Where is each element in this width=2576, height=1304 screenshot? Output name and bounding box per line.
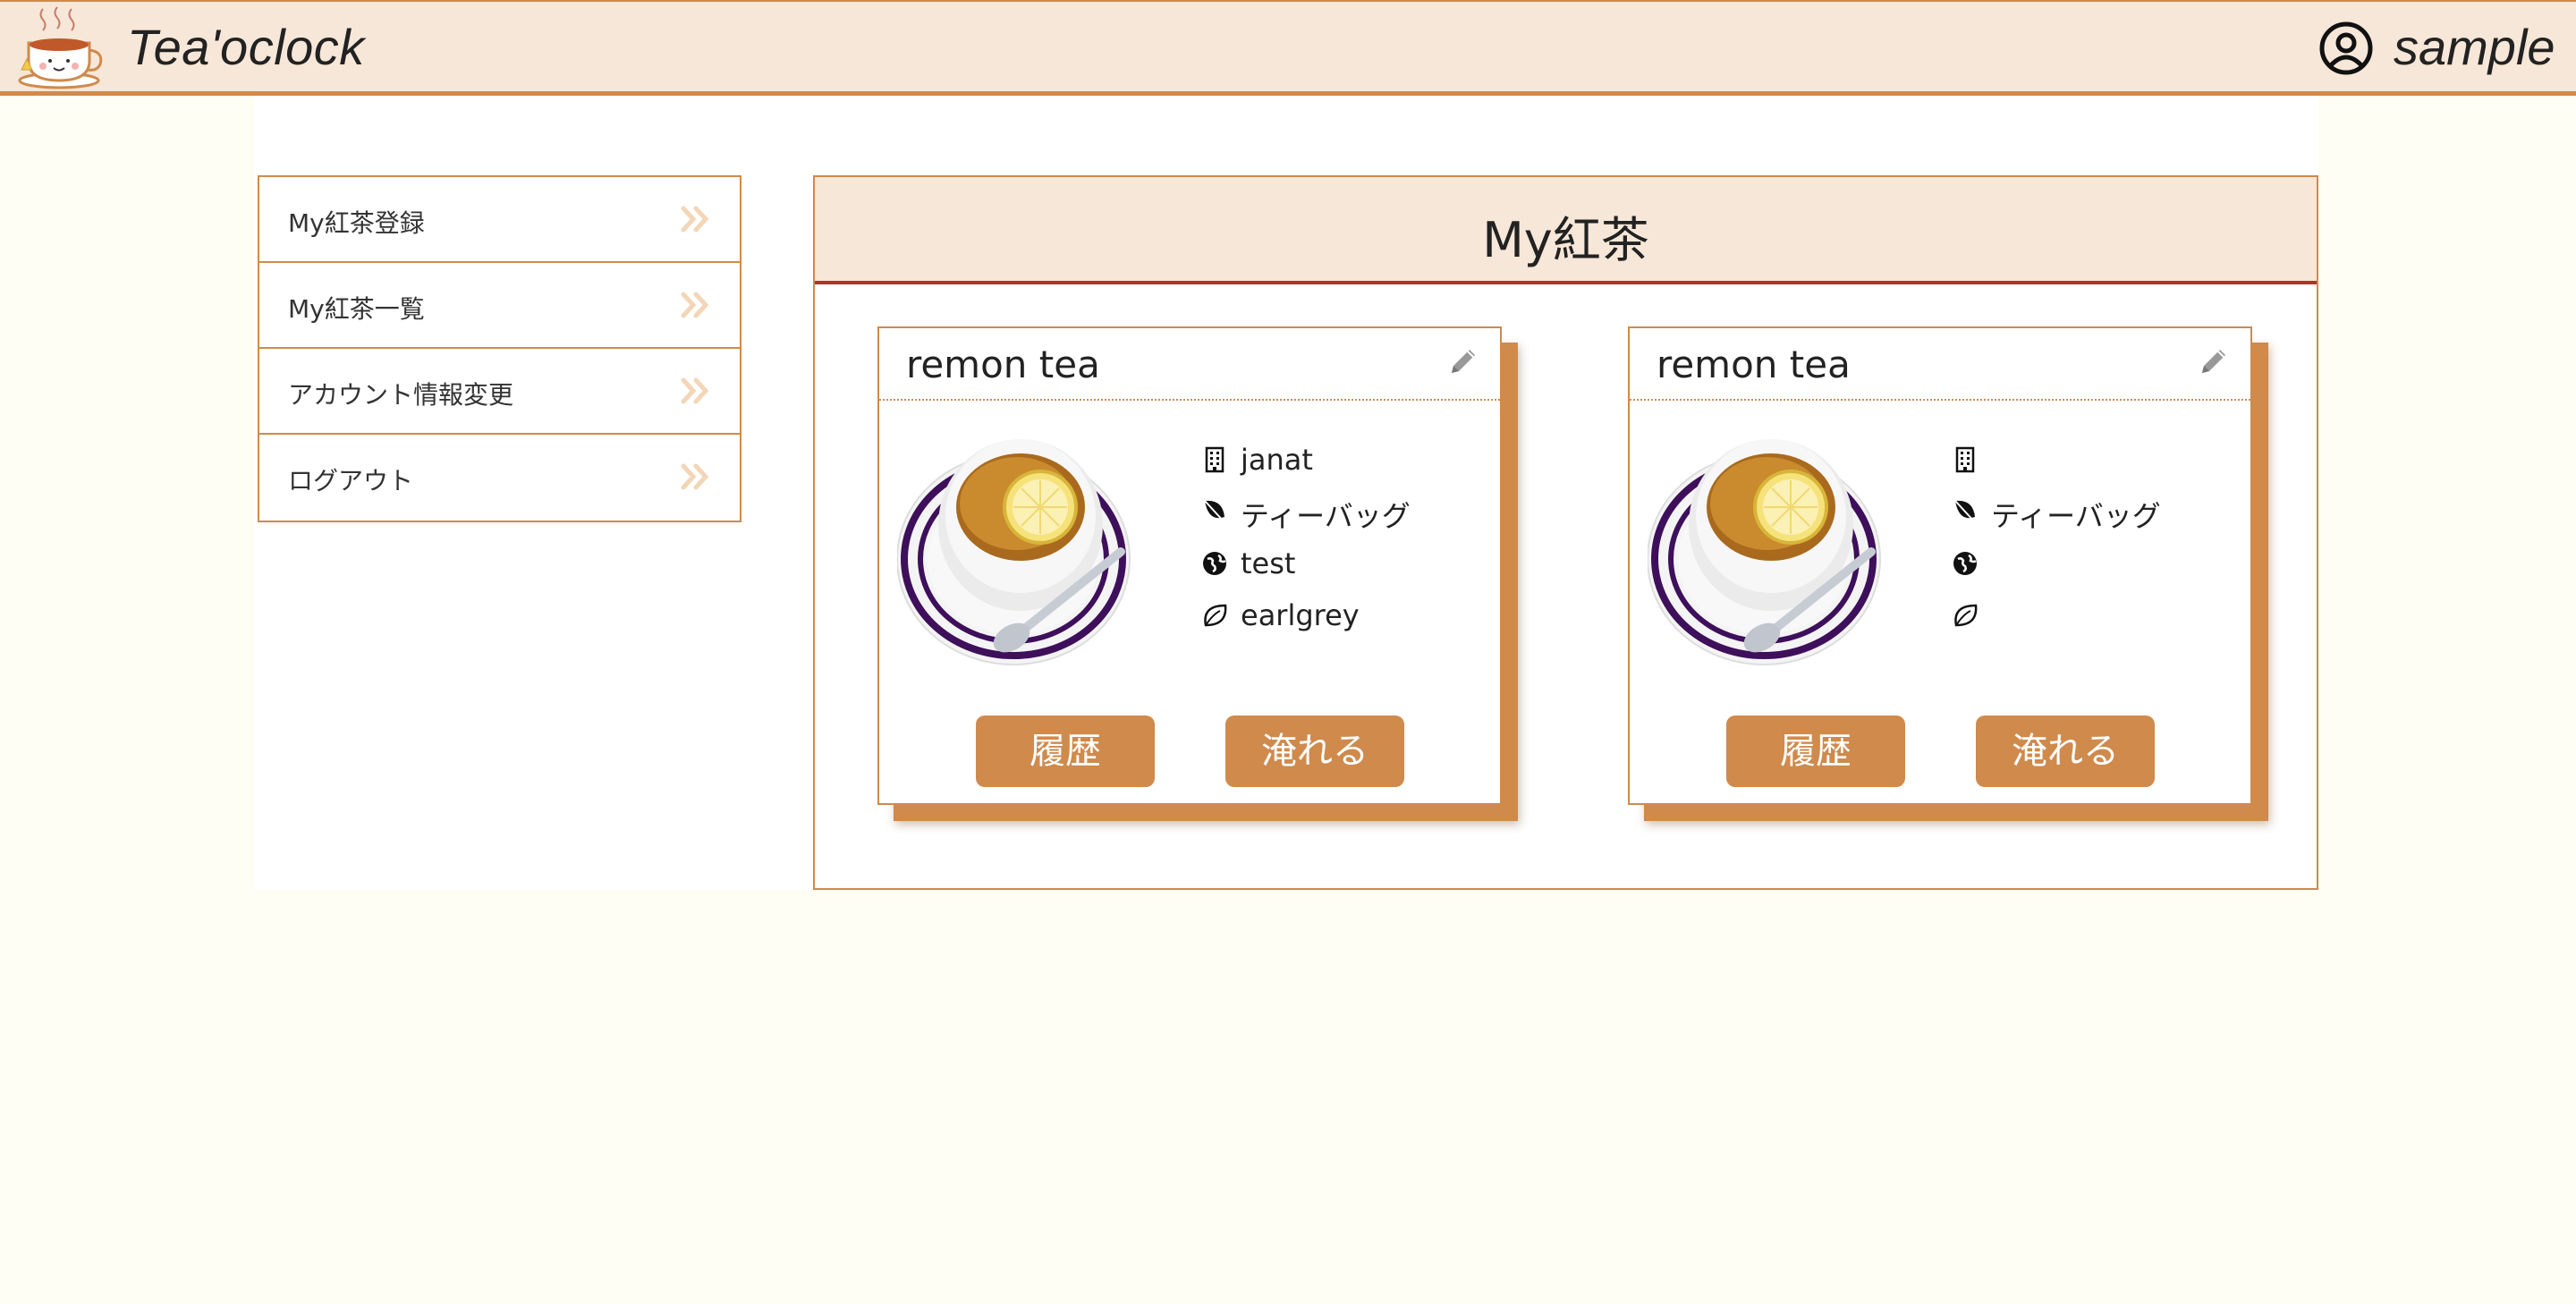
globe-icon	[1953, 552, 1977, 575]
sidebar-item-register[interactable]: My紅茶登録	[259, 177, 740, 263]
user-circle-icon[interactable]	[2318, 21, 2374, 76]
page-title: My紅茶	[1482, 212, 1649, 268]
building-icon	[1955, 446, 1975, 473]
card-divider	[1630, 399, 2250, 401]
tea-origin: test	[1241, 546, 1296, 580]
tea-card: remon tea	[1628, 326, 2252, 805]
sidebar-item-label: My紅茶一覧	[288, 294, 425, 324]
tea-brand: janat	[1241, 443, 1313, 477]
leaf-outline-icon	[1204, 604, 1227, 627]
lemon-tea-image	[1648, 439, 1881, 665]
chevron-double-right-icon	[681, 292, 709, 318]
sidebar-menu: My紅茶登録 My紅茶一覧 アカウント情報変更 ログアウト	[258, 175, 741, 522]
pencil-icon[interactable]	[2199, 346, 2229, 377]
leaf-icon	[1954, 500, 1976, 523]
chevron-double-right-icon	[681, 463, 709, 490]
tea-name: remon tea	[906, 343, 1100, 386]
tea-type: ティーバッグ	[1241, 499, 1411, 533]
leaf-outline-icon	[1954, 604, 1978, 627]
app-header: Tea'oclock sample	[0, 0, 2576, 96]
panel-header: My紅茶	[815, 177, 2317, 284]
brew-button[interactable]: 淹れる	[1225, 716, 1404, 787]
tea-name: remon tea	[1657, 343, 1851, 386]
sidebar-item-label: My紅茶登録	[288, 208, 425, 238]
app-brand[interactable]: Tea'oclock	[127, 18, 365, 76]
building-icon	[1205, 446, 1224, 473]
tea-type: ティーバッグ	[1991, 499, 2161, 533]
my-tea-panel: My紅茶 remon tea janat ティーバッグ test earlgre…	[813, 175, 2318, 890]
card-divider	[879, 399, 1500, 401]
username[interactable]: sample	[2394, 18, 2555, 76]
sidebar-item-label: ログアウト	[288, 466, 414, 495]
sidebar-item-label: アカウント情報変更	[288, 380, 514, 410]
pencil-icon[interactable]	[1448, 346, 1479, 377]
sidebar-item-account[interactable]: アカウント情報変更	[259, 349, 740, 435]
chevron-double-right-icon	[681, 206, 709, 233]
history-button[interactable]: 履歴	[1726, 716, 1905, 787]
sidebar-item-list[interactable]: My紅茶一覧	[259, 263, 740, 349]
globe-icon	[1203, 552, 1226, 575]
sidebar-item-logout[interactable]: ログアウト	[259, 435, 740, 521]
teacup-logo-icon[interactable]	[16, 5, 109, 91]
lemon-tea-image	[897, 439, 1131, 665]
leaf-icon	[1204, 500, 1225, 523]
tea-card: remon tea	[877, 326, 1502, 805]
history-button[interactable]: 履歴	[976, 716, 1155, 787]
brew-button[interactable]: 淹れる	[1976, 716, 2155, 787]
chevron-double-right-icon	[681, 377, 709, 404]
tea-leaf: earlgrey	[1241, 598, 1360, 632]
